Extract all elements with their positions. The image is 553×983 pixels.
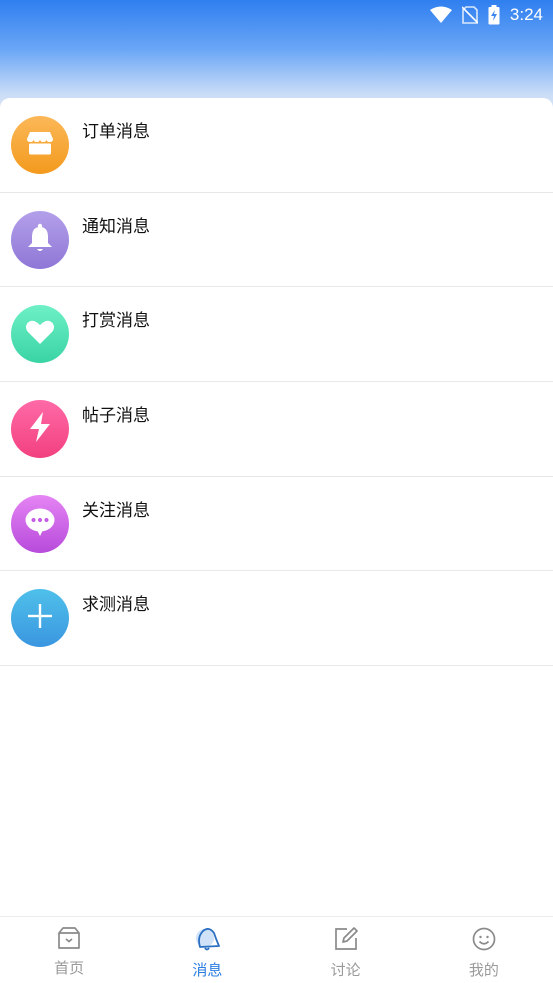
message-icon <box>194 927 221 955</box>
bell-icon <box>27 223 53 257</box>
wifi-icon <box>429 6 452 24</box>
list-item-label: 订单消息 <box>82 122 150 142</box>
avatar <box>11 210 69 269</box>
lightning-icon <box>28 412 52 446</box>
avatar <box>11 305 69 364</box>
tab-label: 消息 <box>192 961 223 979</box>
plus-icon <box>27 603 53 633</box>
list-item-label: 关注消息 <box>82 500 150 521</box>
tab-profile[interactable]: 我的 <box>415 917 553 983</box>
tab-home[interactable]: 首页 <box>0 917 138 983</box>
tab-label: 我的 <box>468 961 499 979</box>
list-item-reward[interactable]: 打赏消息 <box>0 287 553 383</box>
no-sim-icon <box>461 6 478 24</box>
message-list-card: 订单消息 通知消息 打赏消息 帖子消息 关注消息 求测消息 <box>0 98 553 916</box>
list-item-order[interactable]: 订单消息 <box>0 98 553 193</box>
list-item-label: 帖子消息 <box>82 406 150 427</box>
smiley-icon <box>472 927 496 955</box>
tab-label: 首页 <box>54 959 85 977</box>
message-list: 订单消息 通知消息 打赏消息 帖子消息 关注消息 求测消息 <box>0 98 553 667</box>
list-item-notice[interactable]: 通知消息 <box>0 193 553 288</box>
avatar <box>11 400 69 459</box>
tab-label: 讨论 <box>330 961 361 979</box>
home-box-icon <box>57 927 81 953</box>
status-bar: 3:24 <box>0 0 553 30</box>
list-item-label: 打赏消息 <box>82 311 150 332</box>
bottom-tab-bar: 首页 消息 讨论 我的 <box>0 916 553 983</box>
edit-icon <box>334 927 358 955</box>
store-icon <box>26 130 54 160</box>
avatar <box>11 494 69 553</box>
heart-icon <box>25 319 55 349</box>
status-time: 3:24 <box>509 5 543 24</box>
list-item-post[interactable]: 帖子消息 <box>0 382 553 477</box>
list-item-request[interactable]: 求测消息 <box>0 571 553 667</box>
battery-charging-icon <box>488 5 500 25</box>
chat-bubble-icon <box>25 508 55 540</box>
tab-discussion[interactable]: 讨论 <box>277 917 415 983</box>
list-item-label: 求测消息 <box>82 595 150 616</box>
tab-messages[interactable]: 消息 <box>138 917 276 983</box>
list-item-label: 通知消息 <box>82 216 150 237</box>
avatar <box>11 589 69 648</box>
list-item-follow[interactable]: 关注消息 <box>0 477 553 572</box>
avatar <box>11 116 69 174</box>
